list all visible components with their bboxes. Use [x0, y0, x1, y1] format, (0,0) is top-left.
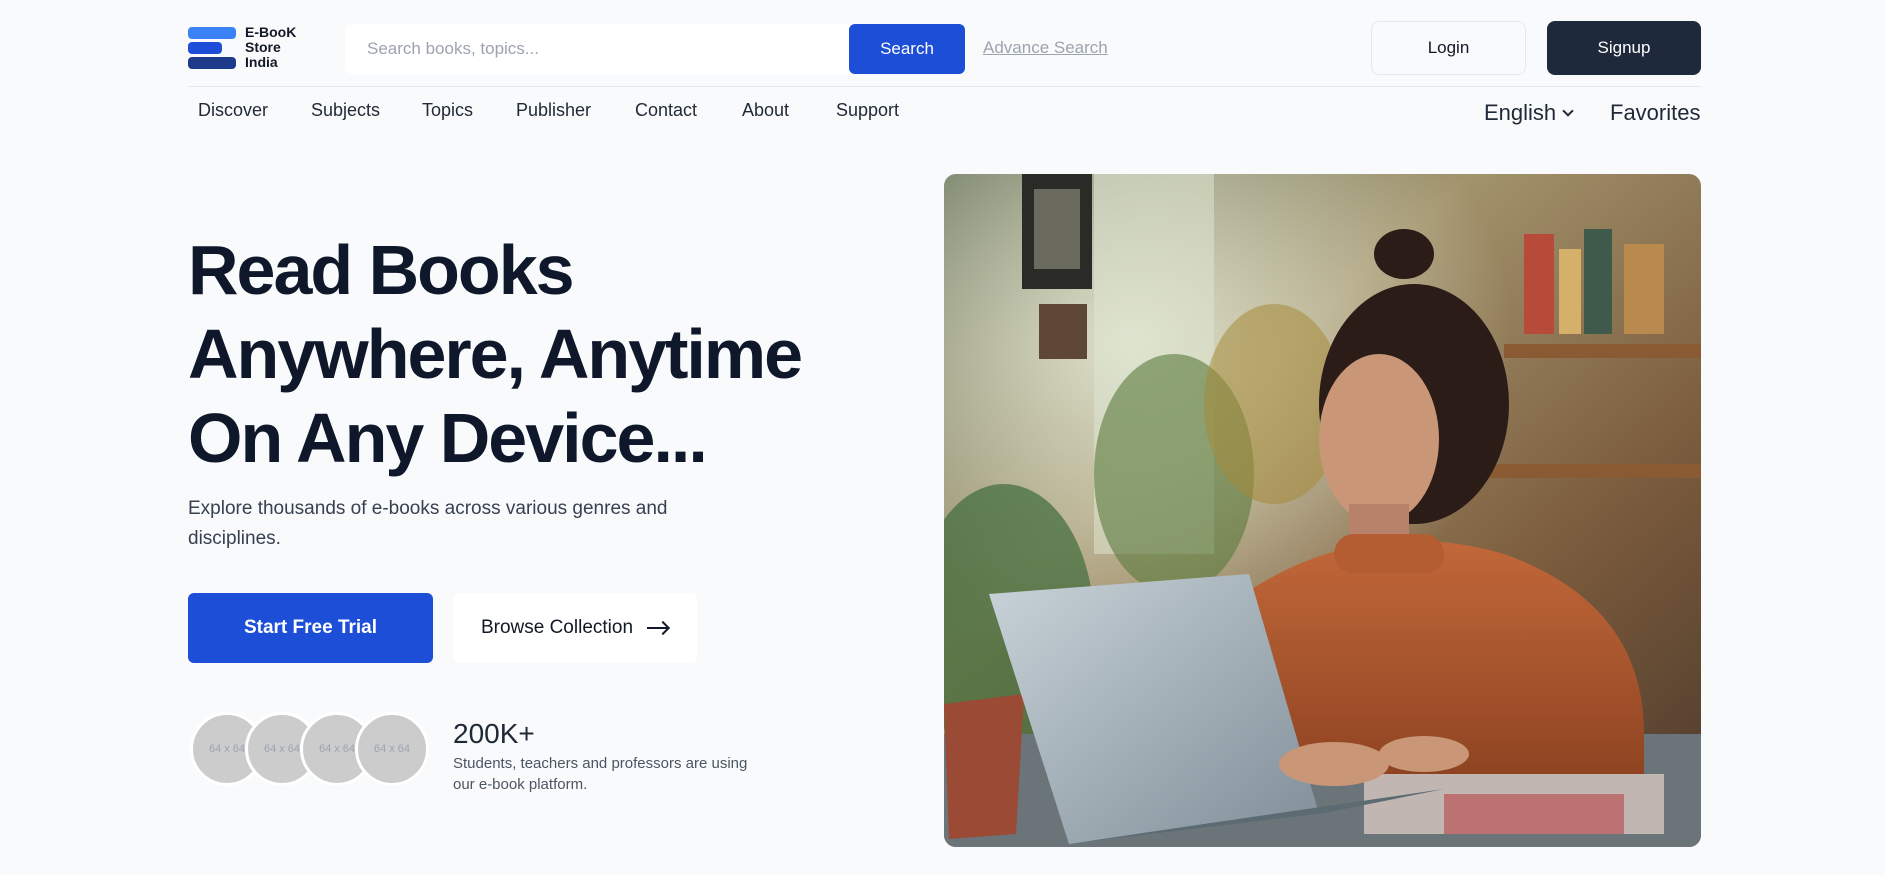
hero-image	[944, 174, 1701, 847]
hero-title-line: Read Books	[188, 231, 575, 309]
nav-item-publisher[interactable]: Publisher	[516, 100, 591, 121]
avatar: 64 x 64	[355, 712, 429, 786]
logo-bar-middle	[188, 42, 222, 54]
favorites-link[interactable]: Favorites	[1610, 100, 1700, 126]
hero-title: Read Books Anywhere, Anytime On Any Devi…	[188, 228, 908, 480]
nav-item-discover[interactable]: Discover	[198, 100, 268, 121]
search-input[interactable]	[345, 24, 850, 74]
logo-line: E-BooK	[245, 24, 297, 40]
logo[interactable]: E-BooK Store India	[188, 25, 298, 71]
logo-text: E-BooK Store India	[245, 25, 305, 70]
signup-button[interactable]: Signup	[1547, 21, 1701, 75]
login-button[interactable]: Login	[1371, 21, 1526, 75]
hero-title-line: On Any Device...	[188, 399, 708, 477]
woman-with-laptop-illustration	[944, 174, 1701, 847]
logo-bar-top	[188, 27, 236, 39]
hero-title-line: Anywhere, Anytime	[188, 315, 803, 393]
nav-item-support[interactable]: Support	[836, 100, 899, 121]
header: E-BooK Store India Search Advance Search…	[188, 0, 1701, 87]
nav-item-about[interactable]: About	[742, 100, 789, 121]
main-nav: Discover Subjects Topics Publisher Conta…	[188, 88, 1701, 136]
logo-stack-icon	[188, 27, 238, 69]
language-selector[interactable]: English	[1484, 100, 1574, 126]
browse-collection-button[interactable]: Browse Collection	[453, 593, 697, 663]
advance-search-link[interactable]: Advance Search	[983, 38, 1108, 58]
logo-line: India	[245, 54, 278, 70]
logo-line: Store	[245, 39, 281, 55]
avatar-group: 64 x 64 64 x 64 64 x 64 64 x 64	[190, 712, 430, 788]
logo-bar-bottom	[188, 57, 236, 69]
search-button[interactable]: Search	[849, 24, 965, 74]
hero-subtitle: Explore thousands of e-books across vari…	[188, 498, 668, 549]
user-count-description: Students, teachers and professors are us…	[453, 755, 748, 793]
arrow-right-icon	[647, 621, 669, 635]
start-free-trial-button[interactable]: Start Free Trial	[188, 593, 433, 663]
user-count: 200K+	[453, 718, 535, 749]
browse-collection-label: Browse Collection	[480, 617, 634, 638]
nav-item-topics[interactable]: Topics	[422, 100, 473, 121]
nav-item-contact[interactable]: Contact	[635, 100, 697, 121]
language-label: English	[1484, 100, 1557, 125]
nav-item-subjects[interactable]: Subjects	[311, 100, 380, 121]
chevron-down-icon	[1562, 105, 1574, 117]
